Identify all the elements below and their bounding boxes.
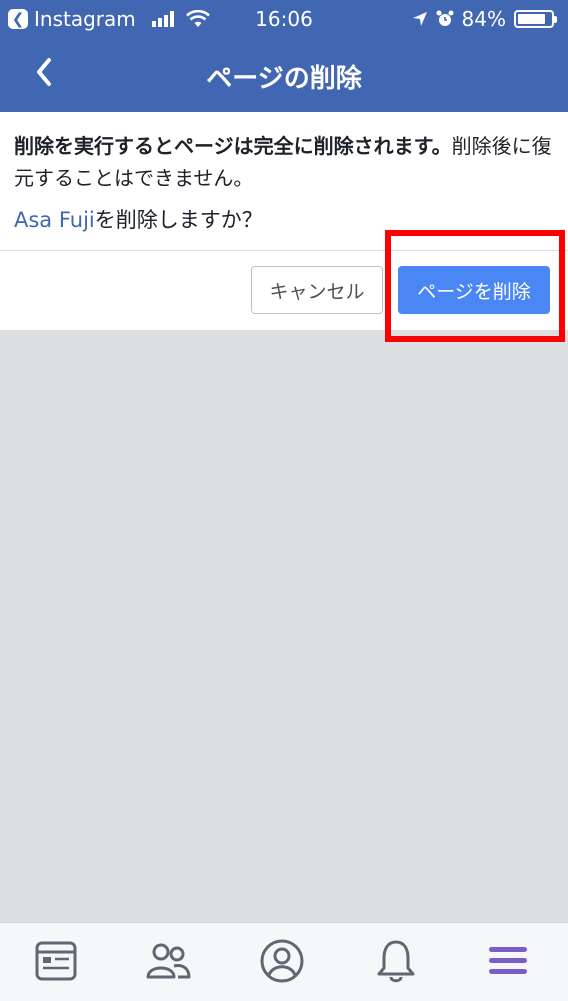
tab-bar bbox=[0, 922, 568, 1001]
page-title: ページの削除 bbox=[206, 64, 362, 94]
warning-message-bold: 削除を実行するとページは完全に削除されます。 bbox=[14, 134, 452, 158]
location-arrow-icon bbox=[412, 12, 427, 26]
battery-level bbox=[518, 14, 545, 24]
tab-profile[interactable] bbox=[256, 935, 308, 987]
tab-notifications[interactable] bbox=[370, 935, 422, 987]
profile-icon bbox=[260, 939, 304, 983]
confirm-question-suffix: を削除しますか？ bbox=[94, 208, 263, 232]
battery-icon bbox=[514, 10, 557, 28]
tab-menu[interactable] bbox=[482, 935, 534, 987]
status-bar: ❮ Instagram 16:06 84% bbox=[0, 0, 568, 38]
alarm-icon bbox=[436, 10, 454, 26]
battery-percent: 84% bbox=[461, 7, 506, 31]
status-bar-right: 84% bbox=[412, 7, 557, 31]
tab-friends[interactable] bbox=[142, 935, 194, 987]
confirm-question: Asa Fujiを削除しますか？ bbox=[14, 204, 263, 234]
warning-message: 削除を実行するとページは完全に削除されます。削除後に復元することはできません。 bbox=[14, 130, 554, 194]
news-feed-icon bbox=[35, 941, 77, 981]
notifications-icon bbox=[377, 940, 415, 983]
cancel-button[interactable]: キャンセル bbox=[251, 266, 383, 314]
tab-news-feed[interactable] bbox=[30, 935, 82, 987]
navigation-bar: ページの削除 bbox=[0, 38, 568, 112]
page-name-link[interactable]: Asa Fuji bbox=[14, 208, 95, 232]
menu-icon bbox=[489, 947, 527, 974]
highlight-box bbox=[385, 230, 565, 342]
friends-icon bbox=[146, 943, 191, 979]
